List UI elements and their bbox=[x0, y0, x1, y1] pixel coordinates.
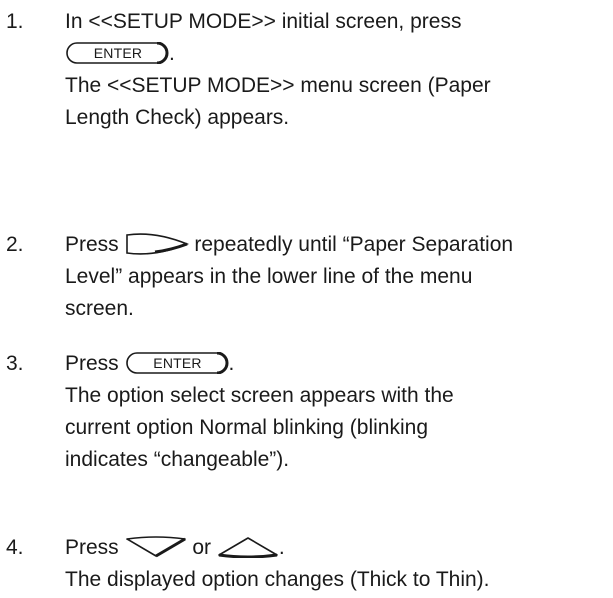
description-line: screen. bbox=[65, 297, 134, 320]
enter-key-label: ENTER bbox=[153, 355, 202, 371]
press-text: Press bbox=[65, 352, 119, 375]
down-arrow-key-icon bbox=[125, 536, 187, 558]
step-body: Press ENTER . The option select screen a… bbox=[65, 348, 610, 476]
press-text: Press bbox=[65, 233, 119, 256]
or-text: or bbox=[192, 536, 212, 559]
step-number: 1. bbox=[6, 10, 24, 33]
enter-key-label: ENTER bbox=[93, 45, 143, 61]
instruction-rest: repeatedly until “Paper Separation bbox=[194, 233, 514, 256]
description-line: Level” appears in the lower line of the … bbox=[65, 265, 473, 288]
instruction-line: Press repeatedly until “Paper Separation bbox=[65, 229, 610, 261]
step-number: 4. bbox=[6, 536, 24, 559]
period: . bbox=[228, 352, 235, 375]
instruction-line: ENTER . bbox=[65, 38, 610, 70]
instruction-line: In <<SETUP MODE>> initial screen, press bbox=[65, 10, 462, 33]
enter-key-icon: ENTER bbox=[65, 42, 169, 64]
up-arrow-key-icon bbox=[217, 536, 279, 558]
step-number: 2. bbox=[6, 233, 24, 256]
period: . bbox=[278, 536, 285, 559]
description-line: indicates “changeable”). bbox=[65, 448, 290, 471]
step-body: Press repeatedly until “Paper Separation… bbox=[65, 229, 610, 325]
description-line: The <<SETUP MODE>> menu screen (Paper bbox=[65, 74, 491, 97]
description-line: The displayed option changes (Thick to T… bbox=[65, 568, 490, 591]
step-body: In <<SETUP MODE>> initial screen, press … bbox=[65, 6, 610, 134]
step-body: Press or . The displayed option changes … bbox=[65, 532, 610, 596]
instruction-line: Press ENTER . bbox=[65, 348, 610, 380]
description-line: Length Check) appears. bbox=[65, 106, 290, 129]
description-line: The option select screen appears with th… bbox=[65, 384, 454, 407]
period: . bbox=[169, 42, 175, 65]
right-arrow-key-icon bbox=[125, 233, 189, 255]
description-line: current option Normal blinking (blinking bbox=[65, 416, 429, 439]
instruction-line: Press or . bbox=[65, 532, 610, 564]
press-text: Press bbox=[65, 536, 119, 559]
enter-key-icon: ENTER bbox=[125, 352, 229, 374]
step-number: 3. bbox=[6, 352, 24, 375]
